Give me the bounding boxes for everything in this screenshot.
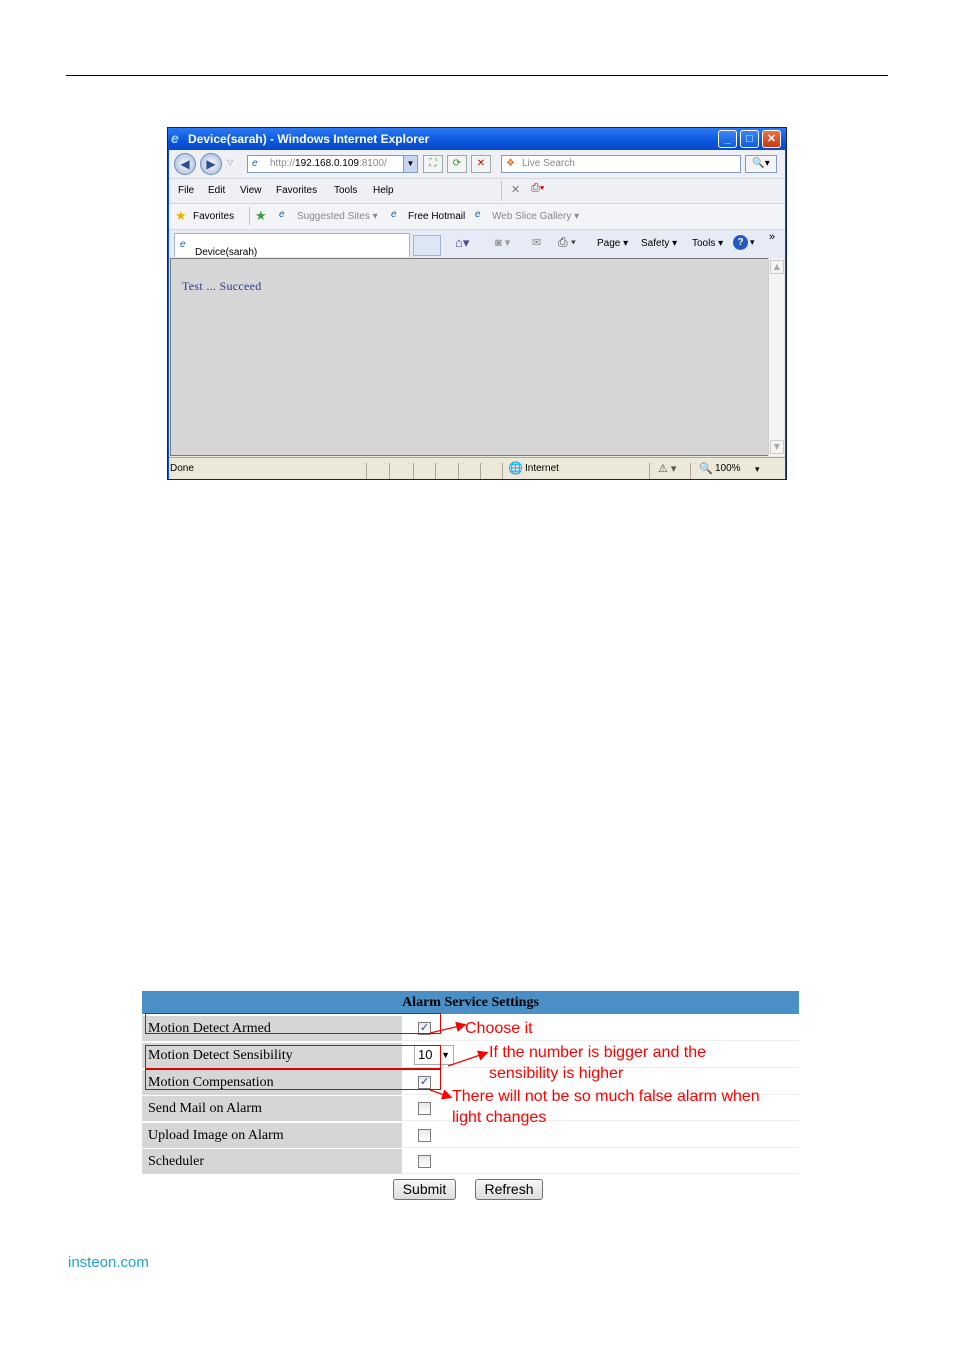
arrow-choose [429, 1021, 467, 1034]
document-page: e Device(sarah) - Windows Internet Explo… [0, 0, 954, 1350]
annotation-compensation-line2: light changes [452, 1109, 547, 1126]
annotation-choose: Choose it [465, 1020, 533, 1037]
annotation-sensibility-line2: sensibility is higher [489, 1065, 624, 1082]
arrow-sensibility [447, 1050, 489, 1067]
arrow-compensation [429, 1089, 453, 1100]
annotation-sensibility-line1: If the number is bigger and the [489, 1044, 707, 1061]
annotation-compensation-line1: There will not be so much false alarm wh… [452, 1088, 760, 1105]
footer-link[interactable]: insteon.com [68, 1254, 149, 1271]
annotation-arrows [429, 1021, 489, 1100]
